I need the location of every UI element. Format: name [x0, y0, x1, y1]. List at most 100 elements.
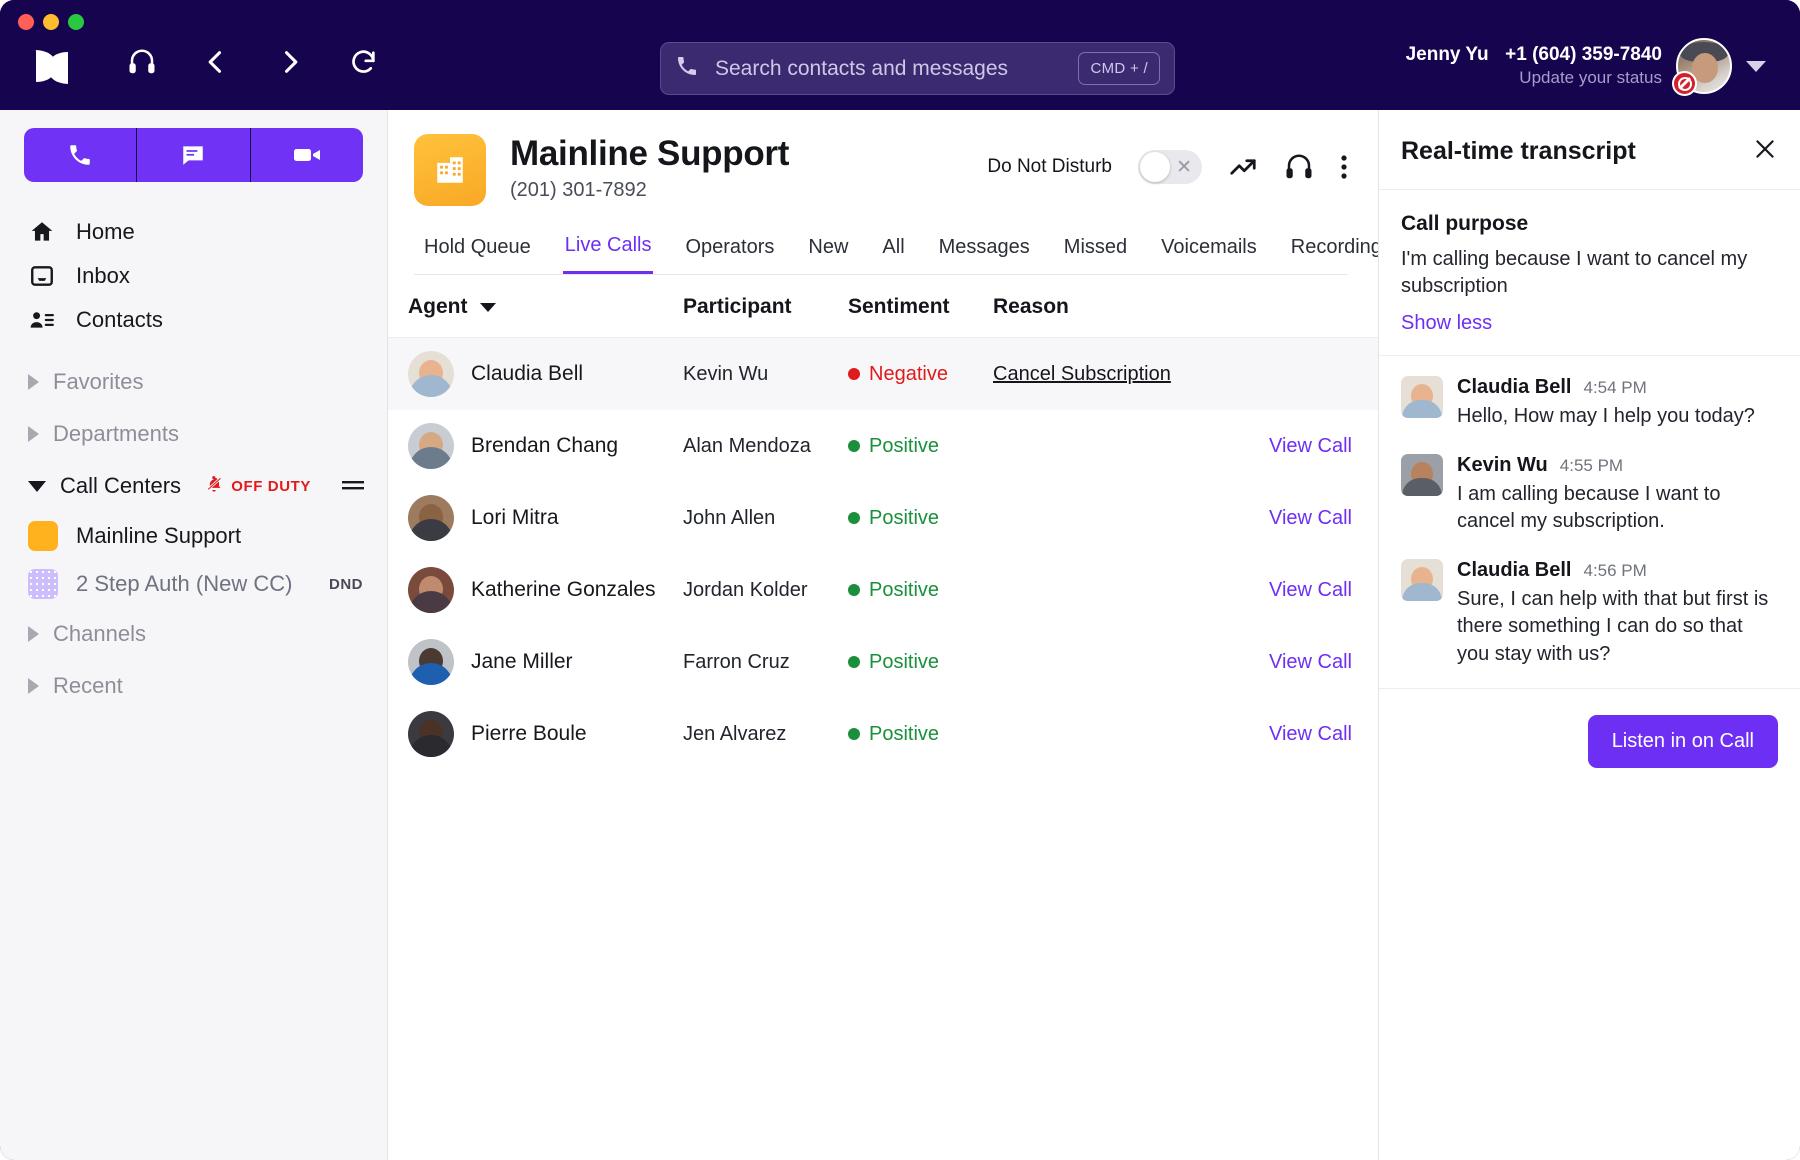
user-profile[interactable]: Jenny Yu +1 (604) 359-7840 Update your s… — [1406, 38, 1766, 94]
top-bar: Search contacts and messages CMD + / Jen… — [0, 0, 1800, 110]
tab-live-calls[interactable]: Live Calls — [563, 228, 654, 274]
sentiment-label: Positive — [869, 651, 939, 674]
view-call-link[interactable]: View Call — [993, 579, 1352, 602]
speaker-name: Claudia Bell — [1457, 376, 1571, 399]
avatar — [408, 639, 454, 685]
table-row[interactable]: Jane Miller Farron Cruz Positive View Ca… — [388, 626, 1378, 698]
update-status-link[interactable]: Update your status — [1406, 67, 1662, 90]
dnd-toggle[interactable]: ✕ — [1138, 150, 1202, 184]
agent-name: Claudia Bell — [471, 362, 583, 386]
message-timestamp: 4:54 PM — [1583, 378, 1646, 398]
more-options-icon[interactable] — [1340, 152, 1348, 182]
sidebar-item-2-step-auth[interactable]: 2 Step Auth (New CC) DND — [0, 560, 387, 608]
message-text: Hello, How may I help you today? — [1457, 403, 1755, 430]
sidebar-item-contacts[interactable]: Contacts — [0, 298, 387, 342]
sentiment-label: Positive — [869, 723, 939, 746]
tab-hold-queue[interactable]: Hold Queue — [422, 230, 533, 273]
section-label: Recent — [53, 673, 123, 699]
back-icon[interactable] — [199, 45, 233, 79]
participant-name: Alan Mendoza — [683, 435, 848, 458]
listen-in-on-call-button[interactable]: Listen in on Call — [1588, 715, 1778, 768]
tab-new[interactable]: New — [806, 230, 850, 273]
section-label: Favorites — [53, 369, 143, 395]
close-icon[interactable] — [1752, 136, 1778, 167]
sentiment-badge: Positive — [848, 507, 993, 530]
app-body: Home Inbox Contacts Favor — [0, 110, 1800, 1160]
agent-name: Pierre Boule — [471, 722, 587, 746]
window-controls — [18, 14, 84, 30]
table-row[interactable]: Claudia Bell Kevin Wu Negative Cancel Su… — [388, 338, 1378, 410]
table-row[interactable]: Brendan Chang Alan Mendoza Positive View… — [388, 410, 1378, 482]
participant-name: Farron Cruz — [683, 651, 848, 674]
avatar — [408, 567, 454, 613]
tab-missed[interactable]: Missed — [1062, 230, 1129, 273]
column-label: Agent — [408, 295, 468, 319]
show-less-link[interactable]: Show less — [1401, 312, 1492, 335]
sidebar-section-channels[interactable]: Channels — [0, 608, 387, 660]
sentiment-dot-icon — [848, 440, 860, 452]
tab-all[interactable]: All — [880, 230, 906, 273]
sidebar-item-mainline-support[interactable]: Mainline Support — [0, 512, 387, 560]
phone-button[interactable] — [24, 128, 137, 182]
video-button[interactable] — [251, 128, 363, 182]
message-timestamp: 4:55 PM — [1560, 456, 1623, 476]
message-text: Sure, I can help with that but first is … — [1457, 586, 1778, 668]
column-header-participant: Participant — [683, 295, 848, 319]
sidebar-item-home[interactable]: Home — [0, 210, 387, 254]
message-button[interactable] — [137, 128, 250, 182]
view-call-link[interactable]: View Call — [993, 651, 1352, 674]
participant-name: John Allen — [683, 507, 848, 530]
sidebar-item-label: Contacts — [76, 307, 163, 333]
communication-buttons — [24, 128, 363, 182]
maximize-window-button[interactable] — [68, 14, 84, 30]
headset-icon[interactable] — [125, 45, 159, 79]
tab-messages[interactable]: Messages — [937, 230, 1032, 273]
contacts-icon — [28, 307, 56, 333]
main-header: Mainline Support (201) 301-7892 Do Not D… — [388, 110, 1378, 275]
dialpad-logo-icon[interactable] — [30, 48, 74, 86]
call-reason-link[interactable]: Cancel Subscription — [993, 363, 1171, 385]
analytics-icon[interactable] — [1228, 152, 1258, 182]
tab-voicemails[interactable]: Voicemails — [1159, 230, 1259, 273]
call-center-swatch — [28, 521, 58, 551]
status-badge[interactable]: OFF DUTY — [204, 474, 311, 498]
sidebar-section-departments[interactable]: Departments — [0, 408, 387, 460]
building-icon — [414, 134, 486, 206]
minimize-window-button[interactable] — [43, 14, 59, 30]
column-header-reason: Reason — [993, 295, 1378, 319]
sidebar-section-recent[interactable]: Recent — [0, 660, 387, 712]
column-header-sentiment: Sentiment — [848, 295, 993, 319]
sentiment-badge: Positive — [848, 579, 993, 602]
menu-icon[interactable] — [341, 473, 365, 499]
message-timestamp: 4:56 PM — [1583, 561, 1646, 581]
column-header-agent[interactable]: Agent — [408, 295, 683, 319]
avatar — [408, 711, 454, 757]
refresh-icon[interactable] — [347, 45, 381, 79]
participant-name: Kevin Wu — [683, 363, 848, 386]
transcript-message: Kevin Wu 4:55 PM I am calling because I … — [1401, 454, 1778, 535]
table-row[interactable]: Pierre Boule Jen Alvarez Positive View C… — [388, 698, 1378, 770]
table-row[interactable]: Katherine Gonzales Jordan Kolder Positiv… — [388, 554, 1378, 626]
sidebar-section-call-centers[interactable]: Call Centers OFF DUTY — [0, 460, 387, 512]
sidebar-section-favorites[interactable]: Favorites — [0, 356, 387, 408]
search-input[interactable]: Search contacts and messages CMD + / — [660, 42, 1175, 95]
call-center-swatch — [28, 569, 58, 599]
close-window-button[interactable] — [18, 14, 34, 30]
app-window: Search contacts and messages CMD + / Jen… — [0, 0, 1800, 1160]
view-call-link[interactable]: View Call — [993, 435, 1352, 458]
view-call-link[interactable]: View Call — [993, 723, 1352, 746]
headset-icon[interactable] — [1284, 152, 1314, 182]
forward-icon[interactable] — [273, 45, 307, 79]
sentiment-label: Positive — [869, 435, 939, 458]
chevron-down-icon[interactable] — [1746, 61, 1766, 72]
avatar[interactable] — [1676, 38, 1732, 94]
header-actions: Do Not Disturb ✕ — [987, 134, 1348, 184]
chevron-right-icon — [28, 426, 39, 442]
sidebar-item-inbox[interactable]: Inbox — [0, 254, 387, 298]
table-row[interactable]: Lori Mitra John Allen Positive View Call — [388, 482, 1378, 554]
tab-operators[interactable]: Operators — [683, 230, 776, 273]
sentiment-label: Positive — [869, 579, 939, 602]
sentiment-dot-icon — [848, 368, 860, 380]
view-call-link[interactable]: View Call — [993, 507, 1352, 530]
agent-name: Brendan Chang — [471, 434, 618, 458]
